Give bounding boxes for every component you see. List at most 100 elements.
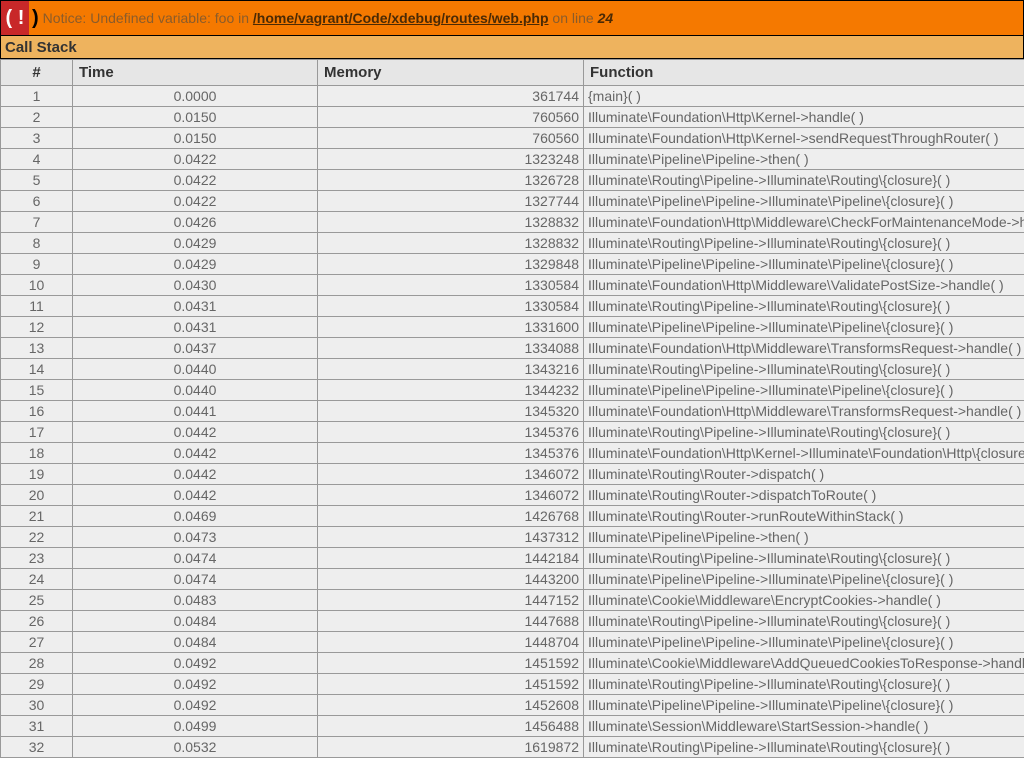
cell-time: 0.0492 [73,674,318,695]
cell-memory: 1346072 [318,485,584,506]
cell-time: 0.0150 [73,128,318,149]
table-row: 20.0150760560Illuminate\Foundation\Http\… [1,107,1024,128]
cell-memory: 1346072 [318,464,584,485]
cell-function: Illuminate\Routing\Pipeline->Illuminate\… [584,233,1024,254]
cell-num: 4 [1,149,73,170]
cell-num: 14 [1,359,73,380]
cell-time: 0.0474 [73,548,318,569]
cell-function: Illuminate\Foundation\Http\Middleware\Ch… [584,212,1024,233]
cell-time: 0.0422 [73,170,318,191]
cell-time: 0.0422 [73,191,318,212]
cell-memory: 1328832 [318,233,584,254]
cell-num: 10 [1,275,73,296]
cell-time: 0.0532 [73,737,318,758]
cell-memory: 1345320 [318,401,584,422]
cell-num: 17 [1,422,73,443]
cell-num: 24 [1,569,73,590]
cell-time: 0.0426 [73,212,318,233]
cell-function: Illuminate\Routing\Router->dispatchToRou… [584,485,1024,506]
cell-time: 0.0440 [73,380,318,401]
cell-memory: 1452608 [318,695,584,716]
table-row: 300.04921452608Illuminate\Pipeline\Pipel… [1,695,1024,716]
cell-time: 0.0442 [73,485,318,506]
cell-memory: 1330584 [318,296,584,317]
cell-function: Illuminate\Routing\Pipeline->Illuminate\… [584,548,1024,569]
header-num: # [1,60,73,86]
cell-time: 0.0492 [73,653,318,674]
cell-num: 16 [1,401,73,422]
cell-function: Illuminate\Routing\Pipeline->Illuminate\… [584,611,1024,632]
table-row: 130.04371334088Illuminate\Foundation\Htt… [1,338,1024,359]
cell-time: 0.0437 [73,338,318,359]
cell-function: Illuminate\Foundation\Http\Kernel->Illum… [584,443,1024,464]
cell-num: 19 [1,464,73,485]
table-row: 30.0150760560Illuminate\Foundation\Http\… [1,128,1024,149]
table-row: 70.04261328832Illuminate\Foundation\Http… [1,212,1024,233]
alert-icon: ( ! [1,1,29,35]
cell-memory: 1334088 [318,338,584,359]
table-row: 270.04841448704Illuminate\Pipeline\Pipel… [1,632,1024,653]
notice-online: on line [552,10,593,26]
notice-file-link[interactable]: /home/vagrant/Code/xdebug/routes/web.php [253,10,549,26]
table-row: 150.04401344232Illuminate\Pipeline\Pipel… [1,380,1024,401]
cell-memory: 1437312 [318,527,584,548]
cell-function: Illuminate\Cookie\Middleware\AddQueuedCo… [584,653,1024,674]
cell-memory: 1619872 [318,737,584,758]
cell-num: 6 [1,191,73,212]
notice-line-number: 24 [598,10,614,26]
cell-num: 18 [1,443,73,464]
callstack-table: # Time Memory Function 10.0000361744{mai… [0,59,1024,758]
cell-time: 0.0492 [73,695,318,716]
cell-memory: 1447152 [318,590,584,611]
cell-function: Illuminate\Foundation\Http\Middleware\Tr… [584,338,1024,359]
table-row: 90.04291329848Illuminate\Pipeline\Pipeli… [1,254,1024,275]
notice-message: Undefined variable: foo in [90,10,249,26]
header-time: Time [73,60,318,86]
cell-time: 0.0442 [73,443,318,464]
cell-memory: 1330584 [318,275,584,296]
cell-function: Illuminate\Pipeline\Pipeline->Illuminate… [584,632,1024,653]
cell-function: Illuminate\Routing\Pipeline->Illuminate\… [584,674,1024,695]
table-row: 260.04841447688Illuminate\Routing\Pipeli… [1,611,1024,632]
cell-function: Illuminate\Pipeline\Pipeline->Illuminate… [584,380,1024,401]
cell-time: 0.0499 [73,716,318,737]
cell-num: 2 [1,107,73,128]
cell-memory: 1448704 [318,632,584,653]
cell-num: 32 [1,737,73,758]
cell-time: 0.0422 [73,149,318,170]
cell-time: 0.0431 [73,317,318,338]
cell-function: Illuminate\Routing\Pipeline->Illuminate\… [584,296,1024,317]
cell-function: Illuminate\Foundation\Http\Kernel->handl… [584,107,1024,128]
cell-memory: 1327744 [318,191,584,212]
header-function: Function [584,60,1024,86]
table-row: 80.04291328832Illuminate\Routing\Pipelin… [1,233,1024,254]
cell-memory: 1345376 [318,422,584,443]
cell-time: 0.0483 [73,590,318,611]
cell-function: Illuminate\Pipeline\Pipeline->Illuminate… [584,254,1024,275]
table-row: 170.04421345376Illuminate\Routing\Pipeli… [1,422,1024,443]
cell-function: Illuminate\Session\Middleware\StartSessi… [584,716,1024,737]
cell-time: 0.0150 [73,107,318,128]
table-row: 50.04221326728Illuminate\Routing\Pipelin… [1,170,1024,191]
cell-time: 0.0429 [73,233,318,254]
table-row: 290.04921451592Illuminate\Routing\Pipeli… [1,674,1024,695]
cell-num: 1 [1,86,73,107]
table-header-row: # Time Memory Function [1,60,1024,86]
cell-memory: 1331600 [318,317,584,338]
cell-time: 0.0442 [73,422,318,443]
cell-memory: 1329848 [318,254,584,275]
cell-function: Illuminate\Routing\Router->dispatch( ) [584,464,1024,485]
cell-num: 3 [1,128,73,149]
cell-num: 11 [1,296,73,317]
cell-memory: 1345376 [318,443,584,464]
cell-function: Illuminate\Foundation\Http\Kernel->sendR… [584,128,1024,149]
cell-num: 26 [1,611,73,632]
table-row: 100.04301330584Illuminate\Foundation\Htt… [1,275,1024,296]
cell-num: 8 [1,233,73,254]
cell-function: Illuminate\Routing\Pipeline->Illuminate\… [584,422,1024,443]
cell-time: 0.0000 [73,86,318,107]
cell-function: Illuminate\Routing\Router->runRouteWithi… [584,506,1024,527]
cell-function: Illuminate\Foundation\Http\Middleware\Va… [584,275,1024,296]
table-row: 310.04991456488Illuminate\Session\Middle… [1,716,1024,737]
cell-memory: 1443200 [318,569,584,590]
